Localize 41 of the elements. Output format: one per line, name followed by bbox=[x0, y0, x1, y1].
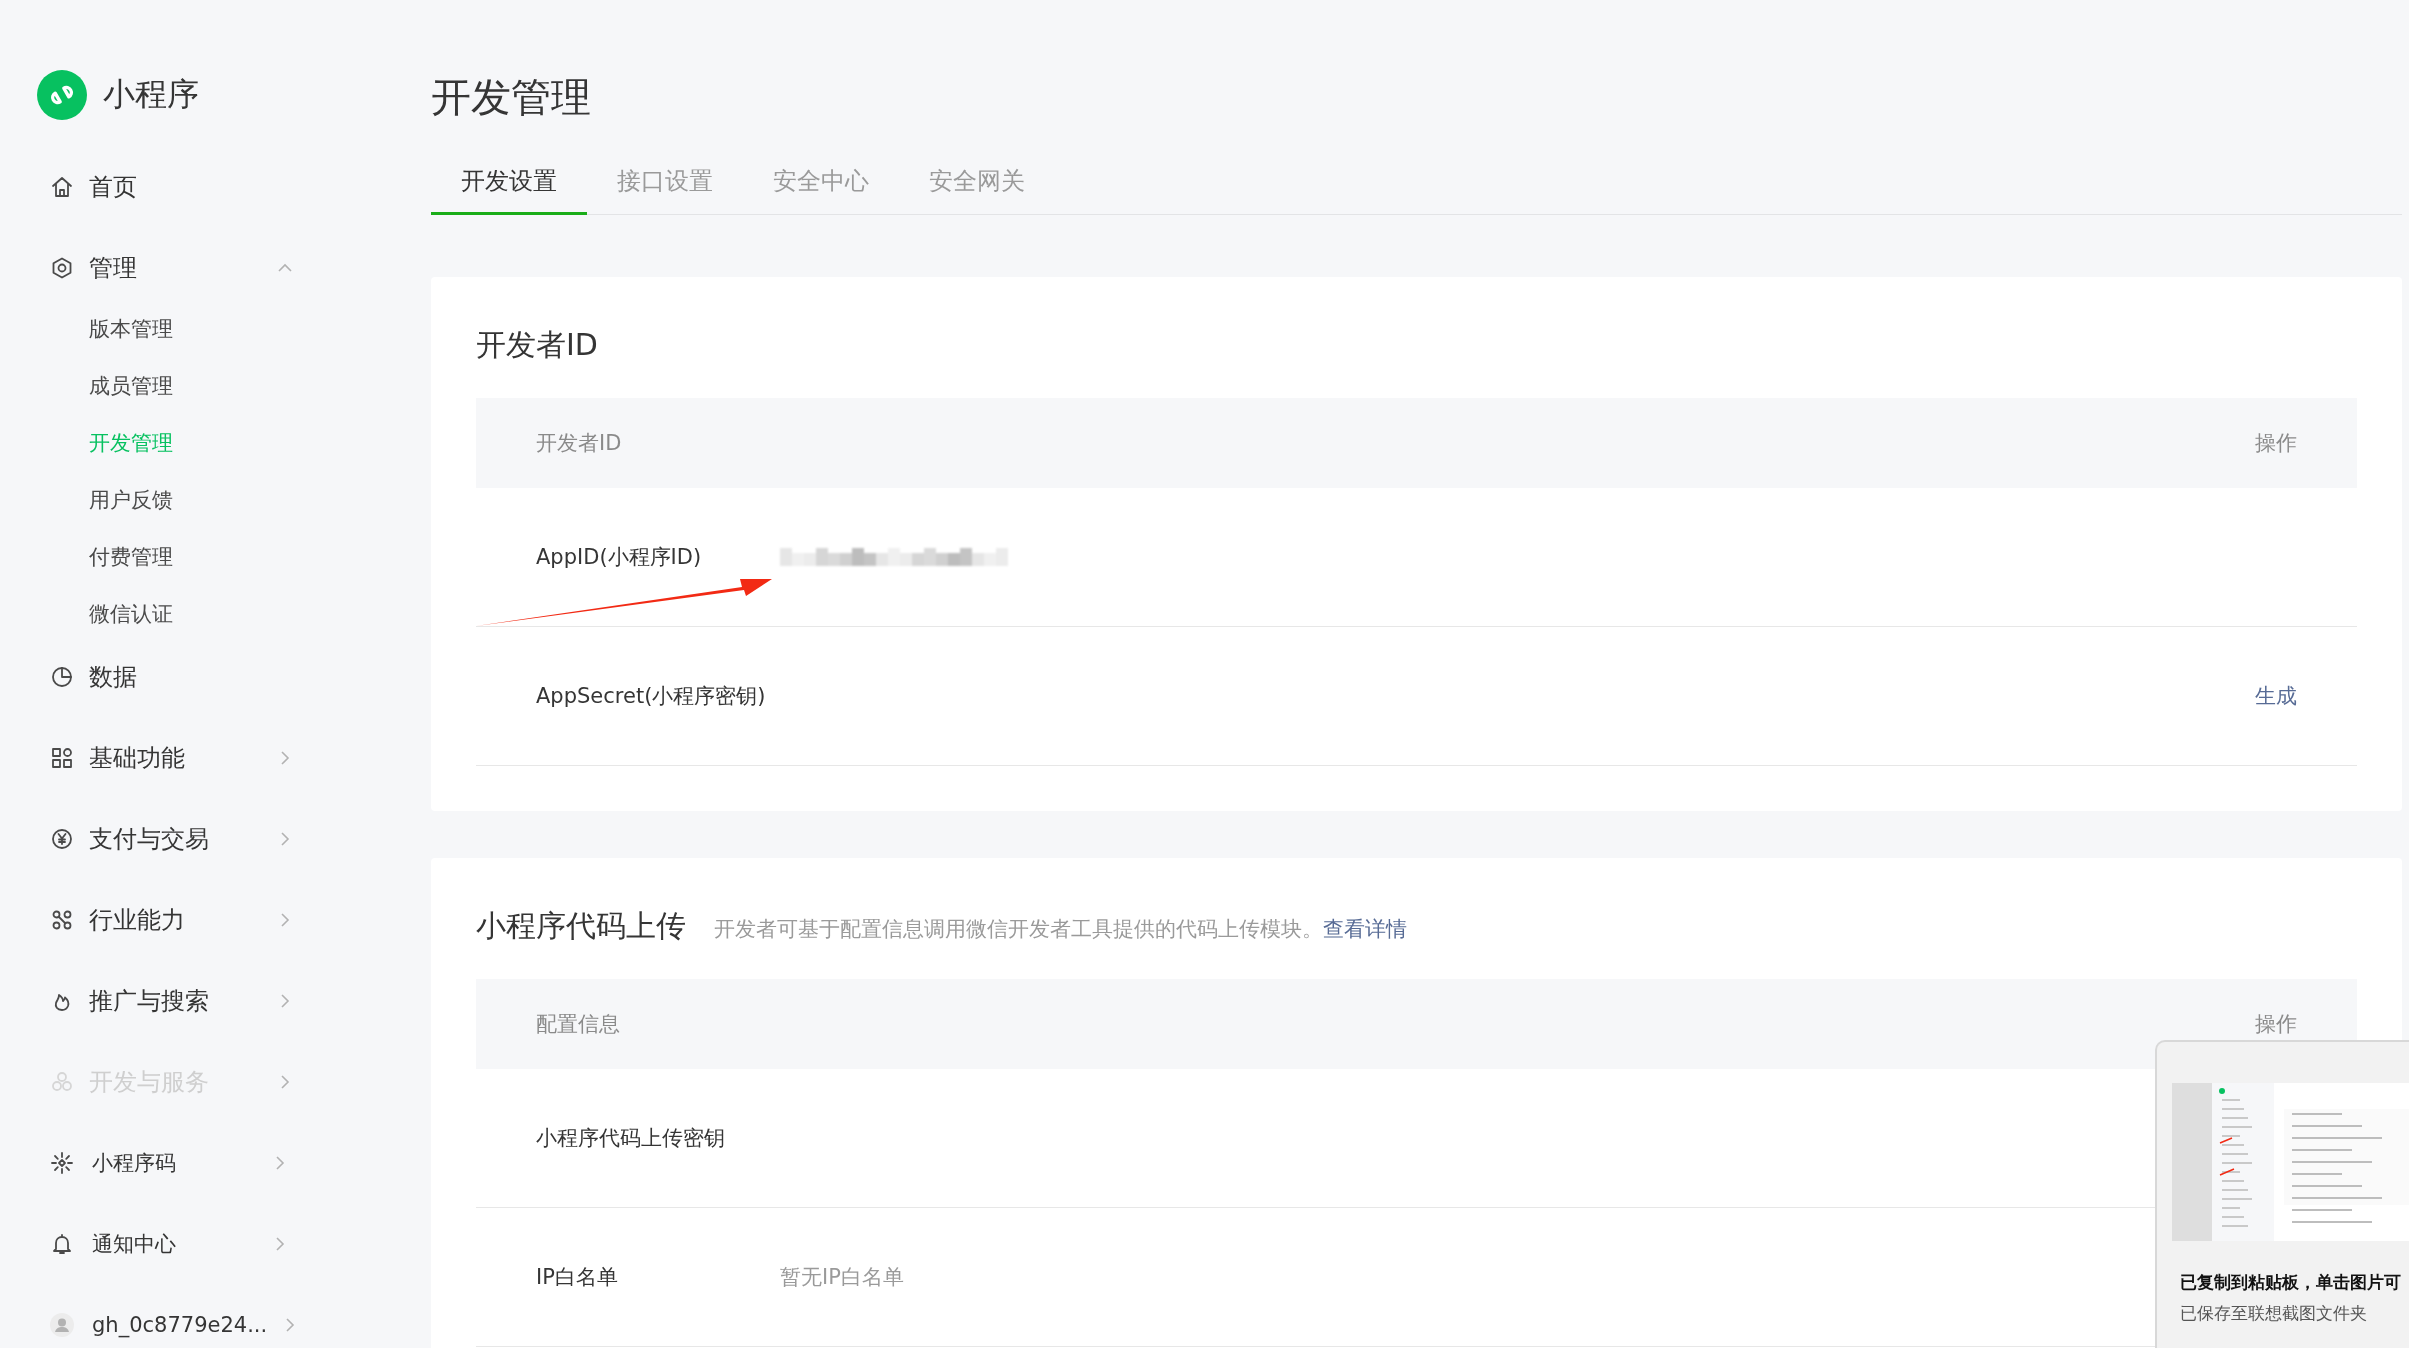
column-header: 操作 bbox=[2255, 430, 2297, 457]
column-header: 配置信息 bbox=[536, 1011, 620, 1038]
sidebar-item[interactable]: 支付与交易 bbox=[0, 798, 300, 879]
grid-icon bbox=[50, 745, 74, 770]
sidebar-item[interactable]: 小程序码 bbox=[0, 1122, 300, 1203]
home-icon bbox=[50, 174, 74, 199]
popup-title: 已复制到粘贴板，单击图片可 bbox=[2179, 1271, 2402, 1294]
sidebar-item[interactable]: 行业能力 bbox=[0, 879, 300, 960]
settings-icon bbox=[50, 255, 74, 280]
circles-icon bbox=[50, 1069, 74, 1094]
app-logo-icon bbox=[37, 70, 87, 120]
sidebar-subitem[interactable]: 成员管理 bbox=[0, 358, 300, 415]
table-cell-text: AppID(小程序ID) bbox=[536, 544, 703, 571]
yen-icon bbox=[50, 826, 74, 851]
burst-icon bbox=[50, 1150, 74, 1175]
section-title: 小程序代码上传 bbox=[476, 908, 686, 944]
sidebar-item[interactable]: 推广与搜索 bbox=[0, 960, 300, 1041]
section-title: 开发者ID bbox=[476, 327, 598, 363]
generate-link[interactable]: 生成 bbox=[2255, 682, 2297, 710]
pie-chart-icon bbox=[50, 664, 74, 689]
section-description: 开发者可基于配置信息调用微信开发者工具提供的代码上传模块。查看详情 bbox=[714, 916, 1407, 943]
sidebar-item[interactable]: 基础功能 bbox=[0, 717, 300, 798]
table-cell-text: 暂无IP白名单 bbox=[780, 1264, 904, 1291]
app-name: 小程序 bbox=[103, 74, 199, 115]
avatar-icon bbox=[50, 1312, 74, 1337]
page-title: 开发管理 bbox=[431, 73, 592, 122]
column-header: 开发者ID bbox=[536, 430, 622, 457]
column-header: 操作 bbox=[2255, 1011, 2297, 1038]
table-cell-text: IP白名单 bbox=[536, 1264, 619, 1291]
table-cell-text: AppSecret(小程序密钥) bbox=[536, 683, 767, 710]
sidebar-item[interactable]: gh_0c8779e24... bbox=[0, 1284, 300, 1348]
details-link[interactable]: 查看详情 bbox=[1323, 917, 1407, 941]
popup-message: 已保存至联想截图文件夹 bbox=[2179, 1302, 2368, 1325]
bell-icon bbox=[50, 1231, 74, 1256]
tab[interactable]: 开发设置 bbox=[431, 149, 587, 215]
sidebar-subitem[interactable]: 付费管理 bbox=[0, 529, 300, 586]
notification-popup[interactable]: 已复制到粘贴板，单击图片可 已保存至联想截图文件夹 bbox=[2155, 1040, 2409, 1348]
sidebar-subitem[interactable]: 用户反馈 bbox=[0, 472, 300, 529]
sidebar-item[interactable]: 通知中心 bbox=[0, 1203, 300, 1284]
sidebar-item[interactable]: 首页 bbox=[0, 146, 300, 227]
table-cell-text: 小程序代码上传密钥 bbox=[536, 1125, 726, 1152]
